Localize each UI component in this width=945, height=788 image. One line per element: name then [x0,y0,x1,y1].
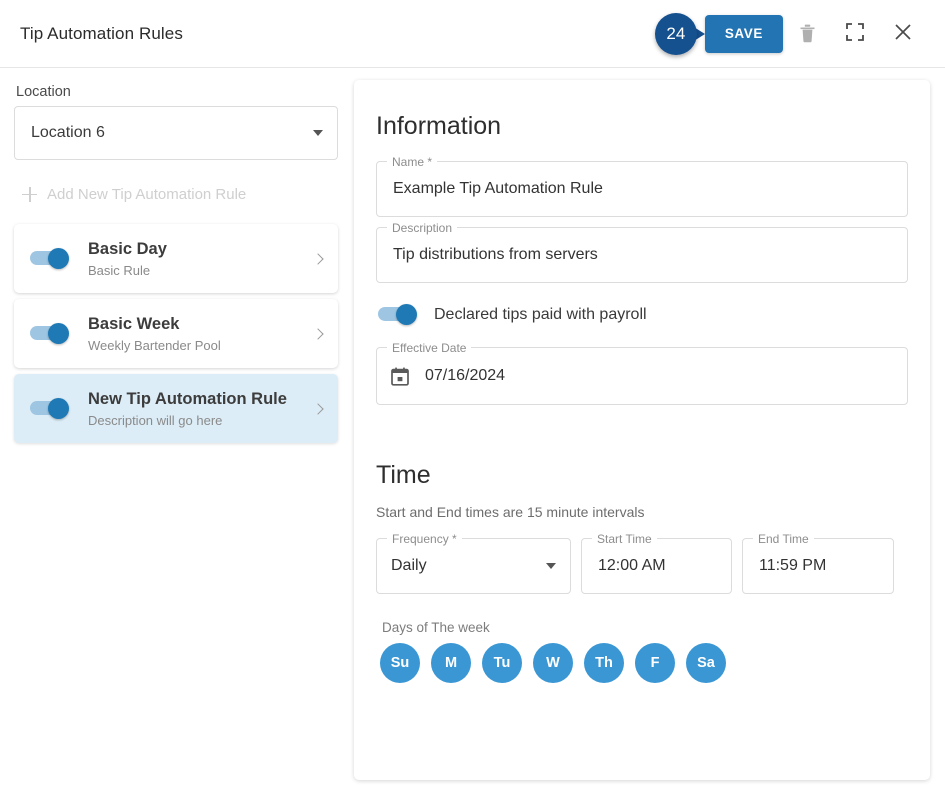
start-time-label: Start Time [592,531,657,547]
frequency-field[interactable]: Frequency * Daily [376,531,571,594]
day-toggle-f[interactable]: F [635,643,675,683]
toggle-thumb [48,322,69,344]
fullscreen-icon [845,22,865,45]
location-selected-value: Location 6 [31,124,105,141]
add-new-rule-label: Add New Tip Automation Rule [47,185,247,203]
effective-date-field[interactable]: Effective Date 07/16/2024 [376,340,908,405]
details-panel: Information Name * Description Declared … [354,80,930,780]
dialog-header: Tip Automation Rules 24 SAVE [0,0,945,68]
name-field-label: Name * [387,154,438,170]
rule-texts: Basic Week Weekly Bartender Pool [88,314,221,353]
day-toggle-sa[interactable]: Sa [686,643,726,683]
day-toggle-th[interactable]: Th [584,643,624,683]
step-badge: 24 [654,12,711,56]
declared-tips-toggle[interactable] [378,304,418,325]
location-select[interactable]: Location 6 [14,106,338,160]
chevron-down-icon [546,563,556,569]
end-time-label: End Time [753,531,814,547]
days-of-week-label: Days of The week [382,620,490,635]
declared-tips-row: Declared tips paid with payroll [378,304,908,325]
rule-toggle[interactable] [30,247,70,269]
information-section-title: Information [376,112,502,140]
rule-subtitle: Weekly Bartender Pool [88,337,221,353]
name-field[interactable]: Name * [376,154,908,217]
location-label: Location [16,84,71,100]
end-time-input[interactable] [757,556,879,576]
start-time-input[interactable] [596,556,717,576]
delete-button[interactable] [783,10,831,58]
time-section-note: Start and End times are 15 minute interv… [376,504,645,520]
close-button[interactable] [879,10,927,58]
effective-date-value: 07/16/2024 [425,367,506,384]
calendar-icon[interactable] [391,367,409,386]
save-button[interactable]: SAVE [704,14,783,53]
days-of-week-row: Su M Tu W Th F Sa [380,643,908,683]
rule-texts: New Tip Automation Rule Description will… [88,389,287,428]
add-new-rule-button[interactable]: Add New Tip Automation Rule [22,174,338,214]
name-input[interactable] [391,179,893,199]
plus-icon [22,186,37,202]
toggle-thumb [396,304,417,325]
chevron-right-icon [312,327,324,340]
page-title: Tip Automation Rules [20,23,183,43]
chevron-right-icon [312,252,324,265]
rule-toggle[interactable] [30,322,70,344]
header-actions: 24 SAVE [654,10,945,58]
declared-tips-label: Declared tips paid with payroll [434,306,647,323]
fullscreen-button[interactable] [831,10,879,58]
tip-automation-rules-dialog: Tip Automation Rules 24 SAVE Location Lo… [0,0,945,788]
frequency-label: Frequency * [387,531,462,547]
list-item[interactable]: Basic Week Weekly Bartender Pool [14,299,338,368]
start-time-field[interactable]: Start Time [581,531,732,594]
end-time-field[interactable]: End Time [742,531,894,594]
day-toggle-su[interactable]: Su [380,643,420,683]
rule-texts: Basic Day Basic Rule [88,239,167,278]
list-item-selected[interactable]: New Tip Automation Rule Description will… [14,374,338,443]
rule-subtitle: Basic Rule [88,262,151,278]
effective-date-label: Effective Date [387,340,472,356]
day-toggle-w[interactable]: W [533,643,573,683]
description-field[interactable]: Description [376,220,908,283]
rule-title: New Tip Automation Rule [88,390,287,409]
description-field-label: Description [387,220,458,236]
rule-toggle[interactable] [30,397,70,419]
badge-count: 24 [666,23,686,43]
chevron-right-icon [312,402,324,415]
sidebar: Location Location 6 Add New Tip Automati… [0,68,352,788]
toggle-thumb [48,247,69,269]
rule-subtitle: Description will go here [88,412,223,428]
rule-title: Basic Day [88,240,167,259]
day-toggle-tu[interactable]: Tu [482,643,522,683]
close-icon [892,21,914,46]
trash-icon [798,22,817,46]
frequency-value: Daily [391,557,427,574]
time-fields-row: Frequency * Daily Start Time End Time [376,531,908,594]
day-toggle-m[interactable]: M [431,643,471,683]
toggle-thumb [48,397,69,419]
rule-list: Basic Day Basic Rule Basic Week Weekly B… [14,224,338,443]
list-item[interactable]: Basic Day Basic Rule [14,224,338,293]
time-section-title: Time [376,461,431,489]
chevron-down-icon [313,130,323,136]
rule-title: Basic Week [88,315,180,334]
description-input[interactable] [391,245,893,265]
